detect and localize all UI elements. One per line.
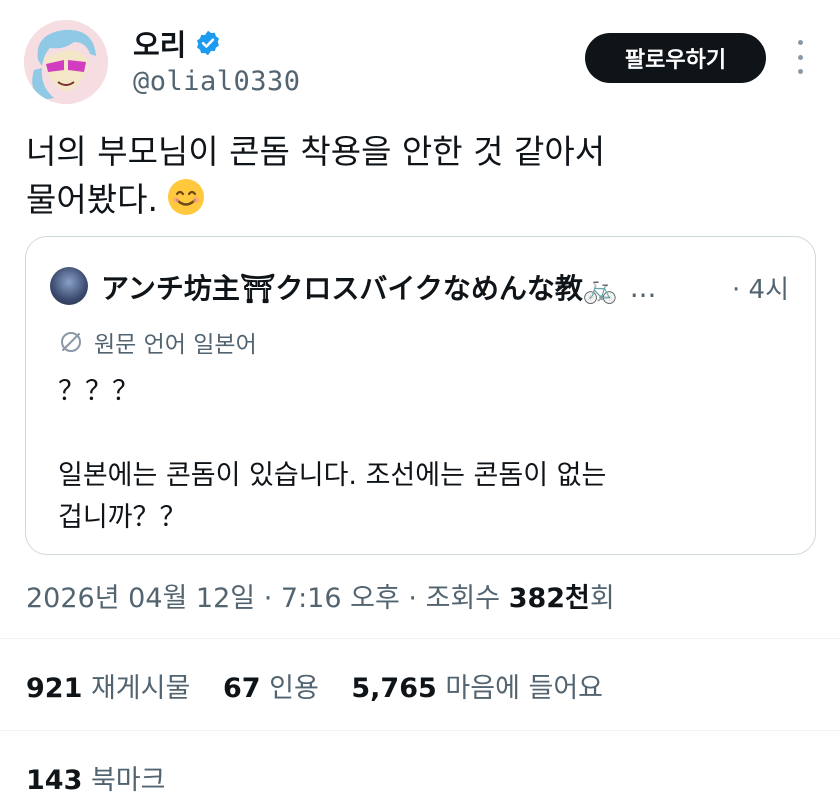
tweet-meta: 2026년 04월 12일 · 7:16 오후 · 조회수 382천회 <box>26 576 615 615</box>
quotes-label: 인용 <box>269 673 319 704</box>
likes-stat[interactable]: 5,765 마음에 들어요 <box>351 673 603 704</box>
views-label: 조회수 <box>425 583 501 614</box>
tweet-text: 너의 부모님이 콘돔 착용을 안한 것 같아서 물어봤다. <box>26 128 806 224</box>
quoted-body-line: ？？？ <box>58 376 139 407</box>
author-avatar[interactable] <box>24 20 108 104</box>
quoted-tweet-body: ？？？ 일본에는 콘돔이 있습니다. 조선에는 콘돔이 없는 겁니까？？ <box>58 371 798 539</box>
likes-label: 마음에 들어요 <box>445 673 604 704</box>
engagement-stats: 921 재게시물 67 인용 5,765 마음에 들어요 <box>26 666 627 705</box>
quotes-count: 67 <box>222 673 261 704</box>
quoted-body-line: 겁니까？？ <box>58 502 187 533</box>
bookmarks-count: 143 <box>26 765 83 796</box>
quoted-tweet-time[interactable]: · 4시 <box>732 269 789 306</box>
divider <box>0 638 840 639</box>
meta-separator: · <box>408 583 426 614</box>
quotes-stat[interactable]: 67 인용 <box>223 673 319 704</box>
divider <box>0 730 840 731</box>
tweet-time[interactable]: 7:16 오후 <box>281 583 400 614</box>
bookmarks-stat[interactable]: 143 북마크 <box>26 758 166 796</box>
tweet-text-line: 물어봤다. <box>26 176 806 224</box>
quoted-author-avatar[interactable] <box>50 267 88 305</box>
quoted-tweet-card[interactable]: アンチ坊主⛩クロスバイクなめんな教🚲 ... · 4시 원문 언어 일본어 ？？… <box>25 236 816 555</box>
tweet-text-line-2: 물어봤다. <box>26 180 158 219</box>
meta-separator: · <box>263 583 281 614</box>
translate-icon <box>61 332 81 352</box>
follow-button[interactable]: 팔로우하기 <box>585 33 766 83</box>
quoted-author-name[interactable]: アンチ坊主⛩クロスバイクなめんな教🚲 <box>101 267 618 307</box>
tweet-date[interactable]: 2026년 04월 12일 <box>26 583 255 614</box>
author-handle[interactable]: @olial0330 <box>133 66 301 97</box>
name-ellipsis: ... <box>629 270 657 304</box>
quoted-body-line: 일본에는 콘돔이 있습니다. 조선에는 콘돔이 없는 <box>58 460 607 491</box>
author-name-row: 오리 <box>133 22 222 64</box>
retweets-label: 재게시물 <box>90 673 191 704</box>
translation-notice[interactable]: 원문 언어 일본어 <box>58 325 257 359</box>
views-count: 382천 <box>508 583 590 614</box>
retweets-count: 921 <box>26 673 83 704</box>
more-options-icon[interactable] <box>790 40 810 74</box>
likes-count: 5,765 <box>351 673 437 704</box>
retweets-stat[interactable]: 921 재게시물 <box>26 673 190 704</box>
views-suffix: 회 <box>589 583 615 614</box>
quoted-body-blank <box>58 413 798 455</box>
verified-badge-icon <box>197 30 220 56</box>
quoted-author-name-row: アンチ坊主⛩クロスバイクなめんな教🚲 ... <box>101 267 656 307</box>
smiling-face-emoji-icon <box>167 179 204 215</box>
author-display-name[interactable]: 오리 <box>133 22 186 64</box>
tweet-text-line: 너의 부모님이 콘돔 착용을 안한 것 같아서 <box>26 132 606 171</box>
translation-label: 원문 언어 일본어 <box>94 332 257 358</box>
bookmarks-label: 북마크 <box>90 765 166 796</box>
avatar-illustration <box>24 20 108 104</box>
